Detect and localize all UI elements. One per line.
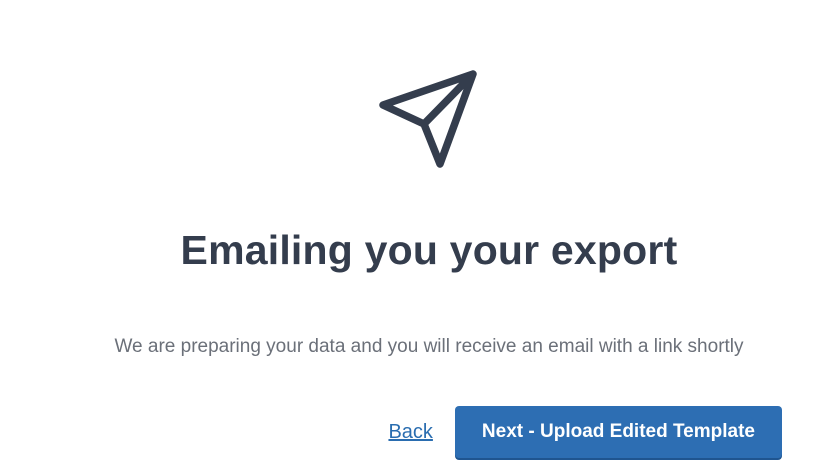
export-email-dialog: Emailing you your export We are preparin… [0,0,832,471]
back-link[interactable]: Back [388,420,432,444]
page-title: Emailing you your export [180,227,678,273]
status-message: We are preparing your data and you will … [114,336,744,357]
dialog-actions: Back Next - Upload Edited Template [388,406,782,458]
next-upload-template-button[interactable]: Next - Upload Edited Template [454,406,782,458]
paper-plane-icon [376,68,484,172]
